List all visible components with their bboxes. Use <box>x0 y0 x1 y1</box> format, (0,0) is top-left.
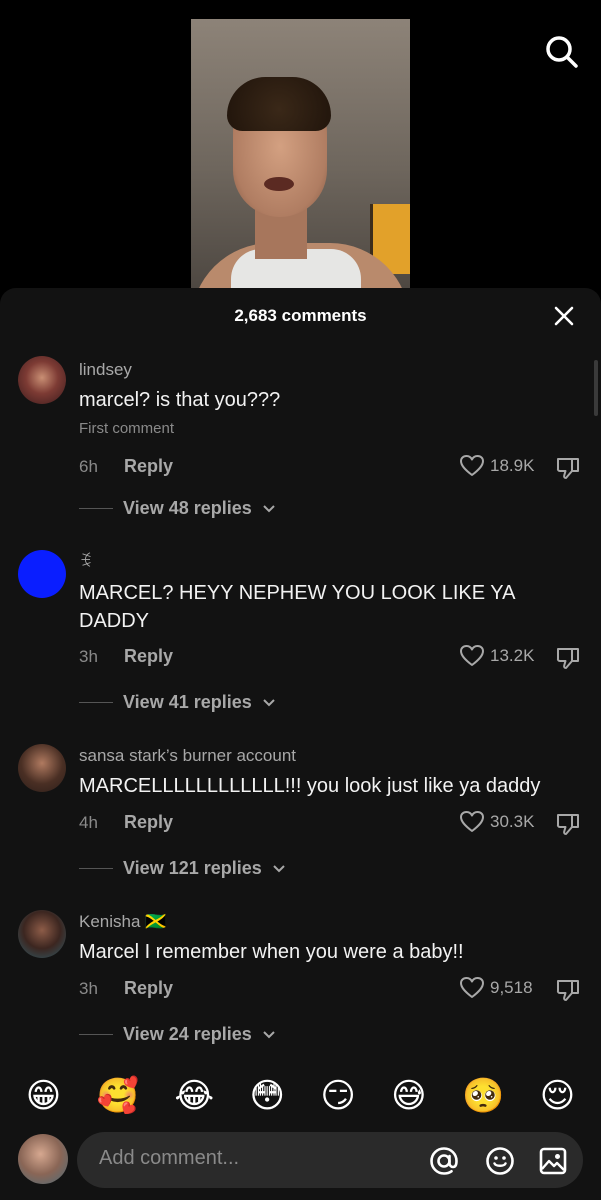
emoji-relieved[interactable]: 😌 <box>540 1079 575 1113</box>
reply-button[interactable]: Reply <box>124 978 173 999</box>
comment-time: 6h <box>79 457 98 476</box>
avatar[interactable] <box>18 910 66 958</box>
tiktok-comments-screen: 2,683 comments lindsey marcel? is that y… <box>0 0 601 1200</box>
close-icon <box>554 306 574 326</box>
emoji-icon <box>486 1147 514 1175</box>
image-attach-button[interactable] <box>538 1146 568 1176</box>
comment-text: MARCEL? HEYY NEPHEW YOU LOOK LIKE YA DAD… <box>79 582 515 632</box>
chevron-down-icon <box>273 864 285 872</box>
emoji-smiling-hearts[interactable]: 🥰 <box>97 1079 139 1113</box>
reply-button[interactable]: Reply <box>124 456 173 477</box>
chevron-down-icon <box>263 504 275 512</box>
like-count: 18.9K <box>490 456 535 475</box>
emoji-sweat-smile[interactable]: 😅 <box>391 1079 426 1113</box>
comment-text: MARCELLLLLLLLLLLL!!! you look just like … <box>79 775 541 797</box>
comment-text: Marcel I remember when you were a baby!! <box>79 941 464 963</box>
person-mouth <box>264 177 294 191</box>
like-button[interactable]: 18.9K <box>460 455 534 477</box>
comment-input-placeholder: Add comment... <box>99 1147 240 1169</box>
avatar[interactable] <box>18 550 66 598</box>
scrollbar[interactable] <box>594 360 598 416</box>
like-count: 13.2K <box>490 646 535 665</box>
avatar[interactable] <box>18 356 66 404</box>
mention-button[interactable] <box>429 1146 459 1176</box>
divider-line <box>79 702 113 703</box>
heart-icon <box>460 977 484 998</box>
person-hair <box>227 77 331 131</box>
reply-button[interactable]: Reply <box>124 646 173 667</box>
dislike-icon[interactable] <box>555 977 581 1003</box>
comments-sheet: 2,683 comments lindsey marcel? is that y… <box>0 288 601 1200</box>
like-count: 30.3K <box>490 812 535 831</box>
dislike-icon[interactable] <box>555 645 581 671</box>
divider-line <box>79 508 113 509</box>
like-count: 9,518 <box>490 978 533 997</box>
view-replies-button[interactable]: View 48 replies <box>79 498 276 519</box>
emoji-pleading[interactable]: 🥺 <box>462 1079 504 1113</box>
comment-input-bar: Add comment... <box>0 1128 601 1200</box>
like-button[interactable]: 9,518 <box>460 977 533 999</box>
view-replies-label: View 24 replies <box>123 1024 252 1044</box>
divider-line <box>79 1034 113 1035</box>
heart-icon <box>460 811 484 832</box>
divider-line <box>79 868 113 869</box>
view-replies-button[interactable]: View 121 replies <box>79 858 286 879</box>
video-preview[interactable] <box>191 19 410 291</box>
emoji-smirk[interactable]: 😏 <box>320 1079 355 1113</box>
chevron-down-icon <box>263 698 275 706</box>
comment-time: 4h <box>79 813 98 832</box>
view-replies-button[interactable]: View 41 replies <box>79 692 276 713</box>
like-button[interactable]: 30.3K <box>460 811 534 833</box>
search-button[interactable] <box>542 32 582 72</box>
emoji-quick-bar: 😁 🥰 😂 😳 😏 😅 🥺 😌 <box>0 1072 601 1120</box>
comments-count-title: 2,683 comments <box>234 306 367 325</box>
first-comment-label: First comment <box>79 420 175 437</box>
view-replies-label: View 48 replies <box>123 498 252 518</box>
chevron-down-icon <box>263 1030 275 1038</box>
comment-time: 3h <box>79 647 98 666</box>
avatar[interactable] <box>18 744 66 792</box>
comment-text: marcel? is that you??? <box>79 389 281 411</box>
comment-username[interactable]: sansa stark’s burner account <box>79 746 296 766</box>
emoji-picker-button[interactable] <box>485 1146 515 1176</box>
view-replies-label: View 121 replies <box>123 858 262 878</box>
heart-icon <box>460 455 484 476</box>
comment-username[interactable]: lindsey <box>79 360 132 380</box>
close-button[interactable] <box>550 302 578 330</box>
like-button[interactable]: 13.2K <box>460 645 534 667</box>
emoji-tears-of-joy[interactable]: 😂 <box>174 1079 214 1113</box>
comment-time: 3h <box>79 979 98 998</box>
image-icon <box>539 1147 567 1175</box>
emoji-flushed[interactable]: 😳 <box>249 1079 284 1113</box>
view-replies-button[interactable]: View 24 replies <box>79 1024 276 1045</box>
search-icon <box>546 36 578 68</box>
view-replies-label: View 41 replies <box>123 692 252 712</box>
dislike-icon[interactable] <box>555 455 581 481</box>
emoji-grin[interactable]: 😁 <box>26 1079 61 1113</box>
dislike-icon[interactable] <box>555 811 581 837</box>
comment-input[interactable]: Add comment... <box>77 1132 583 1188</box>
heart-icon <box>460 645 484 666</box>
comment-username[interactable]: Kenisha 🇯🇲 <box>79 912 166 932</box>
my-avatar <box>18 1134 68 1184</box>
reply-button[interactable]: Reply <box>124 812 173 833</box>
at-icon <box>430 1147 458 1175</box>
comment-username[interactable]: ꉂ <box>79 550 92 572</box>
